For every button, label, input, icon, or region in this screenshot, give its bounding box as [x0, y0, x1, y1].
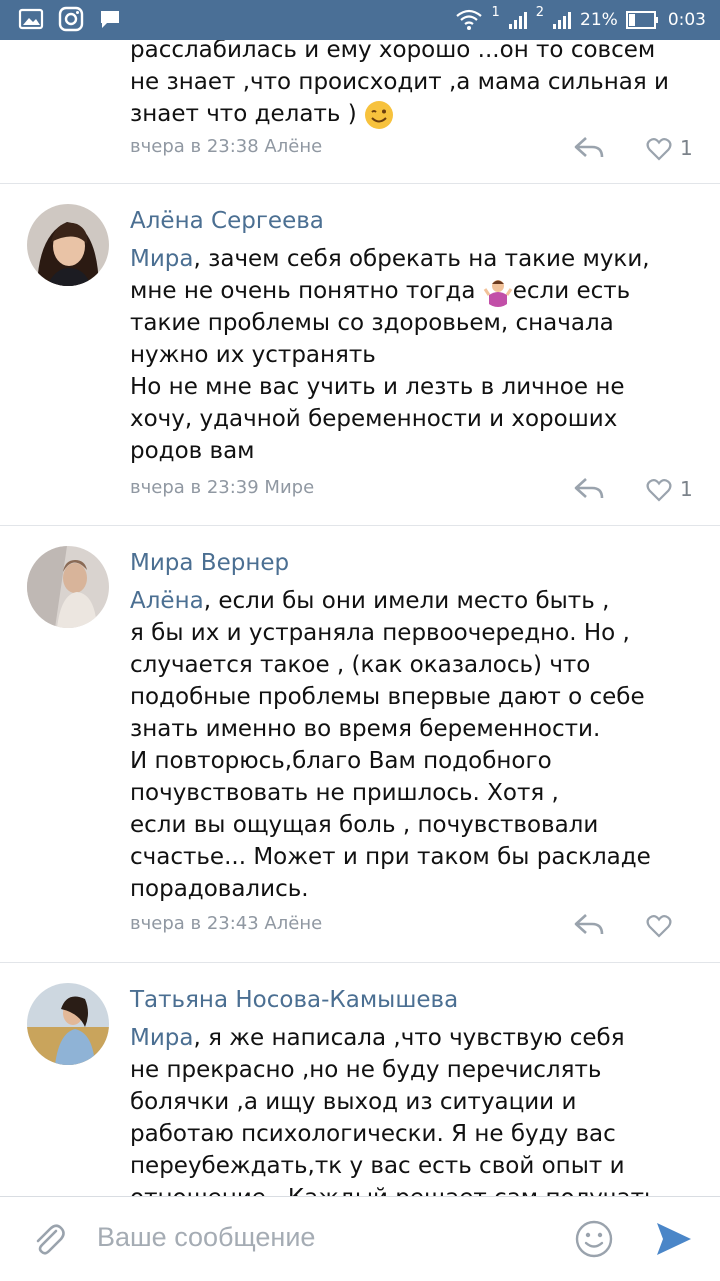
- comment-text: расслабилась и ему хорошо ...он то совсе…: [130, 40, 690, 130]
- like-count: 1: [680, 136, 693, 160]
- divider: [0, 183, 720, 184]
- avatar[interactable]: [27, 546, 109, 628]
- send-icon[interactable]: [654, 1219, 694, 1259]
- reply-icon[interactable]: [573, 911, 605, 939]
- heart-icon[interactable]: [646, 913, 672, 939]
- winking-face-emoji: [365, 100, 393, 129]
- mention-link[interactable]: Мира: [130, 246, 194, 272]
- divider: [0, 962, 720, 963]
- comment-meta: вчера в 23:43 Алёне: [130, 913, 323, 934]
- comment-author[interactable]: Мира Вернер: [130, 550, 289, 576]
- comment-meta: вчера в 23:39 Мире: [130, 477, 315, 498]
- like-count: 1: [680, 477, 693, 501]
- attach-icon[interactable]: [30, 1221, 68, 1259]
- comment-author[interactable]: Алёна Сергеева: [130, 208, 324, 234]
- heart-icon[interactable]: [646, 136, 672, 162]
- comment-meta: вчера в 23:38 Алёне: [130, 136, 323, 157]
- comment-text: Мира, зачем себя обрекать на такие муки,…: [130, 246, 650, 464]
- comment-author[interactable]: Татьяна Носова-Камышева: [130, 987, 458, 1013]
- message-input[interactable]: Ваше сообщение: [97, 1222, 315, 1253]
- mention-link[interactable]: Алёна: [130, 588, 204, 614]
- divider: [0, 525, 720, 526]
- woman-shrugging-emoji: [483, 279, 512, 307]
- status-bar: 1 2 21% 0:03: [0, 0, 720, 40]
- chat-icon: [101, 11, 119, 28]
- instagram-icon: [58, 6, 84, 32]
- wifi-icon: [456, 9, 483, 30]
- message-composer: Ваше сообщение: [0, 1196, 720, 1281]
- comment-text: Алёна, если бы они имели место быть , я …: [130, 588, 651, 902]
- mention-link[interactable]: Мира: [130, 1025, 194, 1051]
- comments-feed[interactable]: расслабилась и ему хорошо ...он то совсе…: [0, 40, 720, 1196]
- comment-text: Мира, я же написала ,что чувствую себя н…: [130, 1025, 658, 1196]
- avatar[interactable]: [27, 204, 109, 286]
- heart-icon[interactable]: [646, 477, 672, 503]
- reply-icon[interactable]: [573, 475, 605, 503]
- sim2-label: 2: [535, 4, 545, 20]
- signal-icon: [553, 12, 572, 29]
- avatar[interactable]: [27, 983, 109, 1065]
- reply-icon[interactable]: [573, 134, 605, 162]
- emoji-icon[interactable]: [574, 1219, 614, 1259]
- battery-percent: 21%: [580, 10, 618, 30]
- gallery-icon: [18, 8, 44, 30]
- sim1-label: 1: [491, 4, 500, 20]
- clock: 0:03: [667, 10, 706, 30]
- signal-icon: [508, 12, 527, 29]
- battery-icon: [625, 11, 658, 29]
